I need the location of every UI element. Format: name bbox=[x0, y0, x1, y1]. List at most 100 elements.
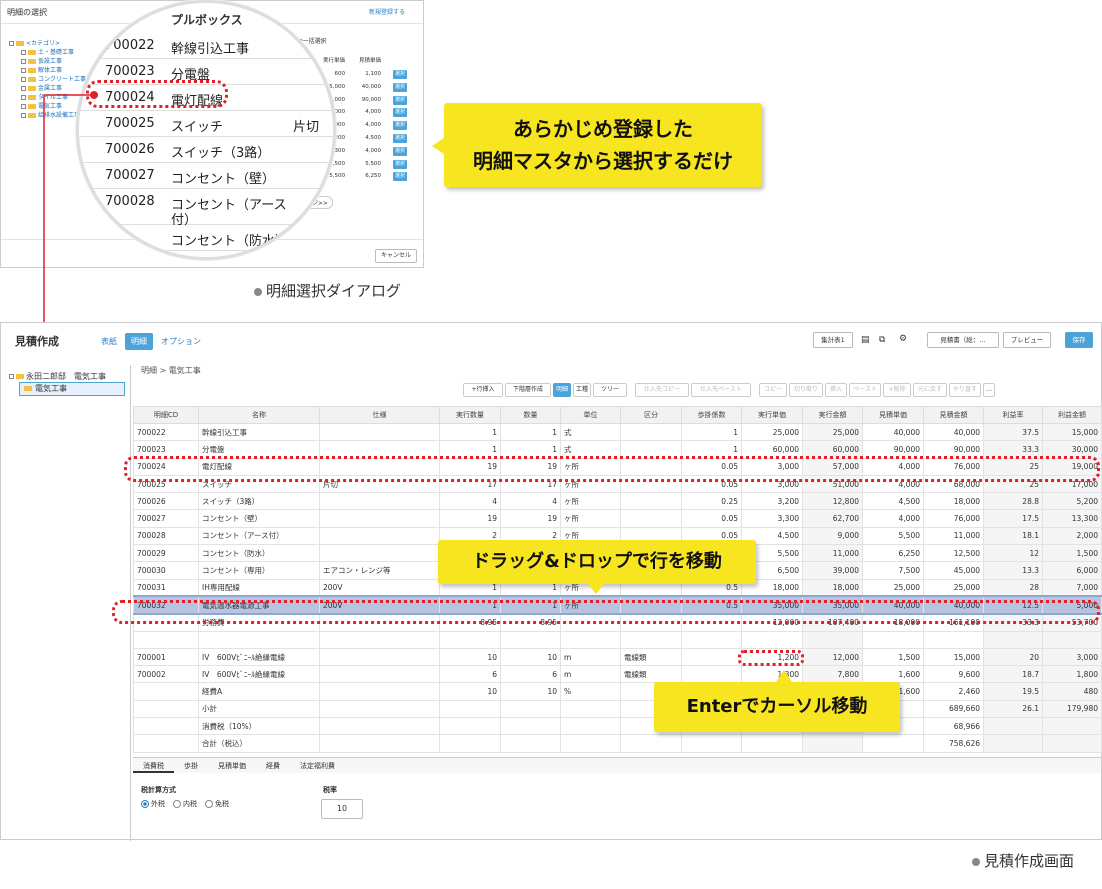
table-cell[interactable] bbox=[681, 630, 742, 649]
table-cell[interactable] bbox=[1042, 630, 1102, 649]
table-cell[interactable]: 700029 bbox=[133, 544, 199, 563]
table-cell[interactable] bbox=[681, 647, 742, 667]
table-cell[interactable] bbox=[741, 734, 803, 753]
table-cell[interactable] bbox=[802, 734, 863, 753]
table-cell[interactable]: 758,626 bbox=[923, 734, 984, 753]
toolbar-button[interactable]: 挿入 bbox=[825, 383, 847, 397]
table-cell[interactable] bbox=[133, 630, 199, 649]
table-cell[interactable]: 179,980 bbox=[1042, 699, 1102, 719]
table-cell[interactable]: 62,700 bbox=[802, 509, 863, 528]
toolbar-button[interactable]: コピー bbox=[759, 383, 787, 397]
table-cell[interactable] bbox=[319, 699, 440, 719]
table-cell[interactable]: 小計 bbox=[198, 699, 320, 719]
table-cell[interactable] bbox=[862, 630, 924, 649]
table-cell[interactable]: 480 bbox=[1042, 682, 1102, 701]
table-row[interactable]: 700027 コンセント（壁） 19 19 ヶ所 0.05 3,300 62,700 4,000… bbox=[133, 509, 1102, 528]
table-cell[interactable] bbox=[133, 717, 199, 736]
table-cell[interactable]: 6,250 bbox=[862, 544, 924, 563]
column-header[interactable]: 見積金額 bbox=[923, 406, 984, 424]
table-cell[interactable] bbox=[319, 734, 440, 753]
table-cell[interactable]: 700026 bbox=[133, 492, 199, 511]
toolbar-button[interactable]: 仕入先ペースト bbox=[691, 383, 751, 397]
radio-icon[interactable] bbox=[173, 800, 181, 808]
table-cell[interactable] bbox=[319, 509, 440, 528]
summary-button[interactable]: 集計表1 bbox=[813, 332, 853, 348]
table-cell[interactable]: 20 bbox=[983, 647, 1043, 667]
table-cell[interactable]: 1 bbox=[500, 422, 561, 442]
table-cell[interactable]: 700001 bbox=[133, 647, 199, 667]
column-header[interactable]: 名称 bbox=[198, 406, 320, 424]
table-cell[interactable] bbox=[983, 734, 1043, 753]
table-cell[interactable]: 18,000 bbox=[923, 492, 984, 511]
table-cell[interactable] bbox=[439, 630, 501, 649]
table-row[interactable]: 合計（税込） 758,626 bbox=[133, 734, 1102, 753]
table-cell[interactable]: 3,000 bbox=[1042, 647, 1102, 667]
table-cell[interactable]: ヶ所 bbox=[560, 492, 621, 511]
table-row[interactable] bbox=[133, 630, 1102, 649]
table-cell[interactable]: 12,800 bbox=[802, 492, 863, 511]
gear-icon[interactable]: ⚙ bbox=[899, 334, 907, 344]
table-cell[interactable]: 200V bbox=[319, 578, 440, 597]
table-cell[interactable] bbox=[439, 734, 501, 753]
table-cell[interactable]: 19 bbox=[500, 509, 561, 528]
table-cell[interactable]: エアコン・レンジ等 bbox=[319, 561, 440, 580]
table-cell[interactable]: 76,000 bbox=[923, 509, 984, 528]
copy-icon[interactable]: ⧉ bbox=[879, 335, 885, 345]
table-cell[interactable]: 45,000 bbox=[923, 561, 984, 580]
table-cell[interactable]: 1 bbox=[439, 422, 501, 442]
table-cell[interactable]: 39,000 bbox=[802, 561, 863, 580]
table-cell[interactable] bbox=[862, 734, 924, 753]
radio-icon[interactable] bbox=[141, 800, 149, 808]
table-cell[interactable] bbox=[319, 544, 440, 563]
table-cell[interactable] bbox=[500, 734, 561, 753]
tab-cover[interactable]: 表紙 bbox=[101, 336, 117, 347]
toolbar-button[interactable]: 明細 bbox=[553, 383, 571, 397]
table-cell[interactable]: 電線類 bbox=[620, 647, 682, 667]
column-header[interactable]: 利益金額 bbox=[1042, 406, 1102, 424]
table-cell[interactable]: 10 bbox=[500, 647, 561, 667]
table-cell[interactable] bbox=[439, 699, 501, 719]
column-header[interactable]: 数量 bbox=[500, 406, 561, 424]
table-cell[interactable]: 18,000 bbox=[802, 578, 863, 597]
table-cell[interactable]: m bbox=[560, 647, 621, 667]
table-cell[interactable]: 700002 bbox=[133, 665, 199, 684]
table-cell[interactable]: 幹線引込工事 bbox=[198, 422, 320, 442]
table-cell[interactable]: コンセント（壁） bbox=[198, 509, 320, 528]
table-cell[interactable]: 700030 bbox=[133, 561, 199, 580]
table-row[interactable]: 700022 幹線引込工事 1 1 式 1 25,000 25,000 40,000 40,000… bbox=[133, 422, 1102, 442]
table-cell[interactable]: コンセント（防水） bbox=[198, 544, 320, 563]
table-cell[interactable]: 15,000 bbox=[923, 647, 984, 667]
tax-rate-input[interactable]: 10 bbox=[321, 799, 363, 819]
table-cell[interactable]: 40,000 bbox=[923, 422, 984, 442]
tab-detail[interactable]: 明細 bbox=[125, 333, 153, 350]
table-cell[interactable]: 19.5 bbox=[983, 682, 1043, 701]
table-cell[interactable] bbox=[319, 630, 440, 649]
table-cell[interactable]: 700031 bbox=[133, 578, 199, 597]
table-cell[interactable] bbox=[681, 734, 742, 753]
table-cell[interactable] bbox=[319, 717, 440, 736]
table-cell[interactable]: 15,000 bbox=[1042, 422, 1102, 442]
table-cell[interactable] bbox=[560, 699, 621, 719]
table-cell[interactable] bbox=[500, 717, 561, 736]
table-cell[interactable]: 12,500 bbox=[923, 544, 984, 563]
table-cell[interactable] bbox=[198, 630, 320, 649]
table-cell[interactable]: 4 bbox=[439, 492, 501, 511]
table-cell[interactable] bbox=[133, 734, 199, 753]
table-cell[interactable]: 9,000 bbox=[802, 526, 863, 546]
table-cell[interactable]: コンセント（専用） bbox=[198, 561, 320, 580]
table-cell[interactable]: 式 bbox=[560, 422, 621, 442]
bottom-tab[interactable]: 法定福利費 bbox=[290, 761, 345, 771]
table-cell[interactable]: 1,600 bbox=[862, 665, 924, 684]
table-cell[interactable]: 4 bbox=[500, 492, 561, 511]
toolbar-button[interactable]: 下階層作成 bbox=[505, 383, 551, 397]
table-cell[interactable] bbox=[319, 526, 440, 546]
table-cell[interactable] bbox=[1042, 717, 1102, 736]
table-cell[interactable]: 700028 bbox=[133, 526, 199, 546]
column-header[interactable]: 利益率 bbox=[983, 406, 1043, 424]
table-cell[interactable]: IH専用配線 bbox=[198, 578, 320, 597]
table-cell[interactable]: 25,000 bbox=[923, 578, 984, 597]
column-header[interactable]: 区分 bbox=[620, 406, 682, 424]
tree-root[interactable]: 永田二郎邸 電気工事 bbox=[9, 371, 106, 382]
table-cell[interactable]: 3,300 bbox=[741, 509, 803, 528]
table-cell[interactable]: 1,300 bbox=[741, 665, 803, 684]
